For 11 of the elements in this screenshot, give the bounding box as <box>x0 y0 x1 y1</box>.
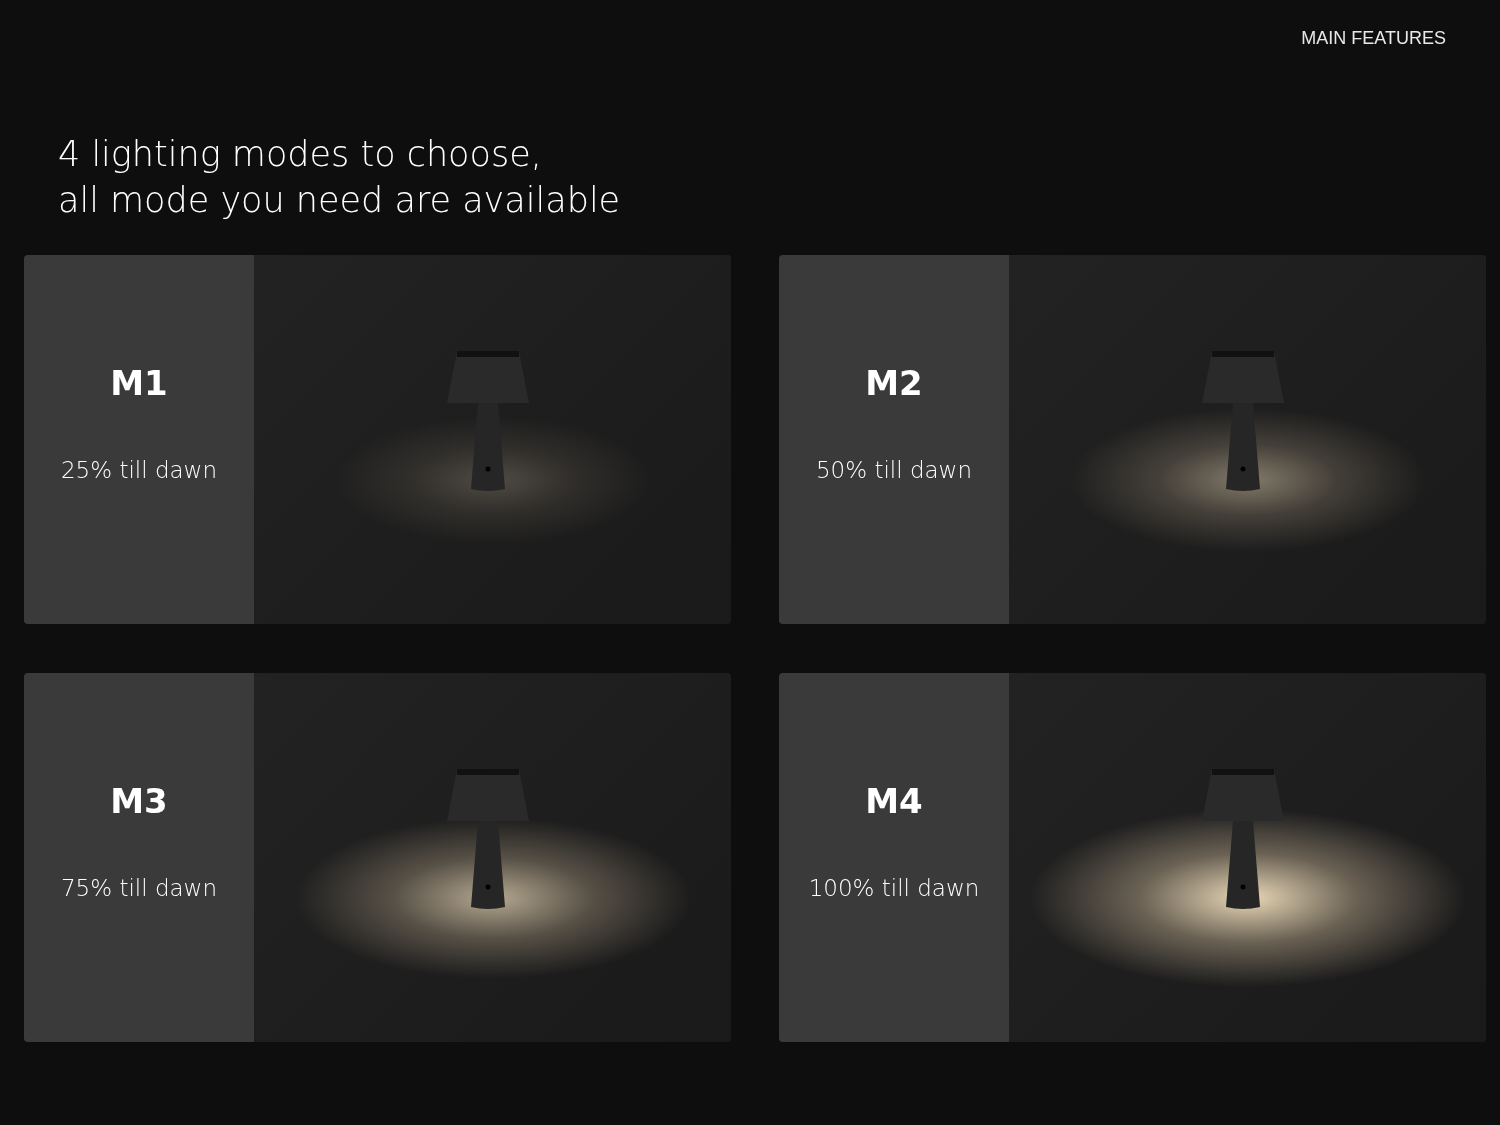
section-label: MAIN FEATURES <box>1301 28 1446 49</box>
mode-name: M4 <box>865 781 923 821</box>
headline-text: all mode you need are available <box>58 179 622 222</box>
mode-name: M3 <box>110 781 168 821</box>
mode-name: M2 <box>865 363 923 403</box>
mode-caption: 50% till dawn <box>816 457 972 483</box>
mode-caption: 75% till dawn <box>61 875 217 901</box>
mode-caption: 100% till dawn <box>808 875 980 901</box>
mode-caption: 25% till dawn <box>61 457 217 483</box>
mode-name: M1 <box>110 363 168 403</box>
headline-text: 4 lighting modes to choose, <box>58 133 543 176</box>
